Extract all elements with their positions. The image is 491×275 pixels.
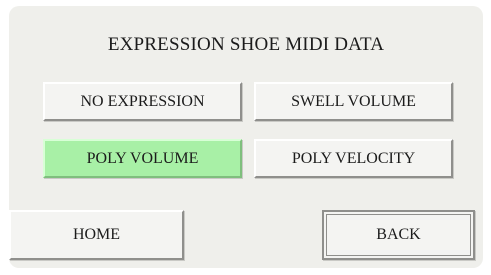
no-expression-button[interactable]: NO EXPRESSION bbox=[43, 82, 242, 121]
swell-volume-button[interactable]: SWELL VOLUME bbox=[254, 82, 453, 121]
home-button[interactable]: HOME bbox=[9, 210, 184, 260]
poly-velocity-button[interactable]: POLY VELOCITY bbox=[254, 139, 453, 178]
back-button[interactable]: BACK bbox=[322, 210, 475, 260]
page-title: EXPRESSION SHOE MIDI DATA bbox=[107, 34, 385, 55]
settings-panel: EXPRESSION SHOE MIDI DATA NO EXPRESSION … bbox=[9, 6, 483, 268]
poly-volume-button[interactable]: POLY VOLUME bbox=[43, 139, 242, 178]
